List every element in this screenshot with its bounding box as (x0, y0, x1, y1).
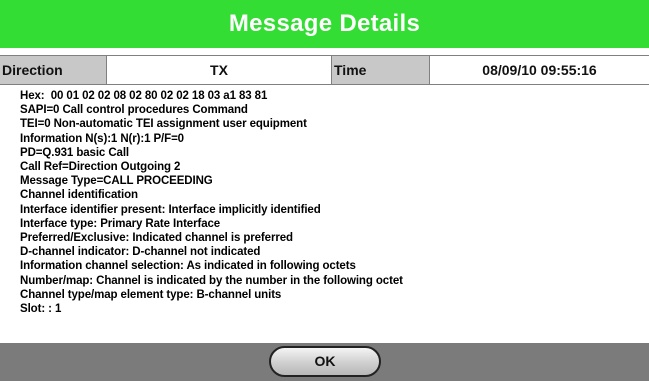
time-value: 08/09/10 09:55:16 (430, 56, 649, 84)
detail-line: Message Type=CALL PROCEEDING (20, 175, 213, 188)
detail-line: Interface type: Primary Rate Interface (20, 217, 221, 230)
detail-line: Interface identifier present: Interface … (20, 203, 321, 216)
detail-line: Channel type/map element type: B-channel… (20, 288, 282, 301)
message-details-dialog: Message Details Direction TX Time 08/09/… (0, 0, 649, 381)
detail-line: Information N(s):1 N(r):1 P/F=0 (20, 132, 184, 145)
detail-line: Call Ref=Direction Outgoing 2 (20, 161, 181, 174)
ok-button[interactable]: OK (269, 346, 381, 377)
detail-line: Number/map: Channel is indicated by the … (20, 274, 403, 287)
detail-line: Information channel selection: As indica… (20, 260, 356, 273)
detail-line: PD=Q.931 basic Call (20, 146, 130, 159)
direction-value: TX (107, 56, 332, 84)
detail-line: D-channel indicator: D-channel not indic… (20, 246, 261, 259)
detail-line: SAPI=0 Call control procedures Command (20, 104, 248, 117)
message-info-row: Direction TX Time 08/09/10 09:55:16 (0, 55, 649, 85)
detail-line: Channel identification (20, 189, 138, 202)
detail-line: TEI=0 Non-automatic TEI assignment user … (20, 118, 307, 131)
detail-line: Hex: 00 01 02 02 08 02 80 02 02 18 03 a1… (20, 90, 268, 102)
direction-label: Direction (0, 56, 107, 84)
detail-line: Preferred/Exclusive: Indicated channel i… (20, 232, 293, 245)
dialog-title: Message Details (0, 0, 649, 48)
message-details-text[interactable]: Hex: 00 01 02 02 08 02 80 02 02 18 03 a1… (0, 85, 649, 343)
time-label: Time (332, 56, 430, 84)
detail-line: Slot: : 1 (20, 303, 62, 316)
